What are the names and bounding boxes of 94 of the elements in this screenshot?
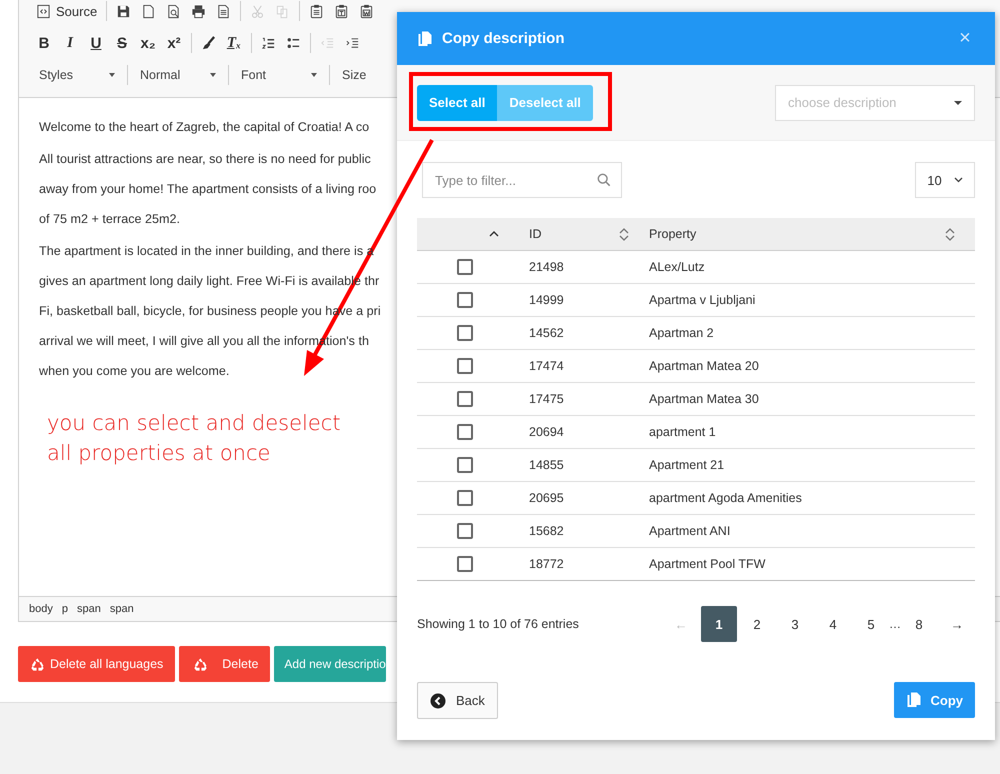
search-icon <box>597 173 611 187</box>
print-icon <box>191 4 206 18</box>
bullet-list-icon <box>286 36 301 50</box>
table-cell: Apartman 2 <box>649 326 714 340</box>
dialog-title: Copy description <box>442 30 566 47</box>
recycle-icon <box>193 656 208 672</box>
paragraph-line: when you come you are welcome. <box>39 363 230 380</box>
table-cell: 17474 <box>529 359 564 373</box>
recycle-icon <box>30 656 45 672</box>
delete-button[interactable]: Delete <box>179 646 270 682</box>
style-dropdown[interactable]: Size <box>334 64 374 86</box>
element-path-item[interactable]: p <box>62 603 68 615</box>
paragraph-line: away from your home! The apartment consists of a living roo <box>39 181 376 198</box>
table-cell: Apartma v Ljubljani <box>649 293 756 307</box>
copy-icon <box>417 30 433 46</box>
style-dropdown[interactable]: Normal <box>132 64 224 86</box>
page-button[interactable]: 1 <box>701 606 737 642</box>
filter-field[interactable]: Type to filter... <box>422 162 622 198</box>
checkbox[interactable] <box>457 325 473 341</box>
column-header[interactable]: Property <box>649 227 696 241</box>
element-path-item[interactable]: span <box>76 603 101 615</box>
cut-icon <box>250 4 266 18</box>
checkbox[interactable] <box>457 358 473 374</box>
source-button[interactable]: Source <box>31 0 102 22</box>
subscript-button[interactable]: x₂ <box>135 32 161 54</box>
table-cell: 15682 <box>529 524 564 538</box>
checkbox[interactable] <box>457 556 473 572</box>
delete-button[interactable]: Delete all languages <box>18 646 176 682</box>
table-cell: Apartment 21 <box>649 458 724 472</box>
style-dropdown[interactable]: Font <box>233 64 325 86</box>
outdent-icon <box>320 36 335 50</box>
style-dropdown[interactable]: Styles <box>31 64 123 86</box>
remove-format-button[interactable]: Tₓ <box>221 32 247 54</box>
element-path-item[interactable]: span <box>110 603 134 615</box>
paste-icon <box>309 4 324 18</box>
entries-info: Showing 1 to 10 of 76 entries <box>417 617 579 631</box>
table-cell: Apartman Matea 30 <box>649 392 759 406</box>
italic-button[interactable]: I <box>57 32 83 54</box>
column-header[interactable]: ID <box>529 227 542 241</box>
source-icon <box>36 4 51 18</box>
page-button[interactable]: 2 <box>739 606 775 642</box>
indent-icon <box>345 36 360 50</box>
table-cell: ALex/Lutz <box>649 260 705 274</box>
table-cell: 14562 <box>529 326 564 340</box>
paragraph-line: of 75 m2 + terrace 25m2. <box>39 211 180 228</box>
back-button[interactable]: Back <box>417 682 498 719</box>
page-button[interactable]: 4 <box>815 606 851 642</box>
sort-ascending-icon[interactable] <box>489 231 499 237</box>
chevron-icon <box>954 177 963 183</box>
brush-icon <box>201 36 216 50</box>
table-cell: 14999 <box>529 293 564 307</box>
checkbox[interactable] <box>457 424 473 440</box>
page-size-dropdown[interactable]: 10 <box>915 162 975 198</box>
table-cell: apartment 1 <box>649 425 716 439</box>
copy-icon <box>906 692 922 708</box>
next-page-button[interactable]: → <box>939 606 975 642</box>
bold-button[interactable]: B <box>31 32 57 54</box>
checkbox[interactable] <box>457 292 473 308</box>
preview-icon <box>166 4 182 18</box>
pagination-ellipsis: … <box>889 617 899 631</box>
back-icon <box>430 692 446 708</box>
table-cell: 17475 <box>529 392 564 406</box>
paste-text-icon <box>334 4 350 18</box>
table-cell: 20694 <box>529 425 564 439</box>
table-cell: 21498 <box>529 260 564 274</box>
underline-button[interactable]: U <box>83 32 109 54</box>
checkbox[interactable] <box>457 490 473 506</box>
table-cell: Apartman Matea 20 <box>649 359 759 373</box>
page-button[interactable]: 8 <box>901 606 937 642</box>
save-icon <box>116 4 132 18</box>
numbered-list-icon <box>261 36 276 50</box>
annotation-text: you can select and deselect all properties at once <box>47 410 342 467</box>
table-cell: Apartment ANI <box>649 524 730 538</box>
page-button[interactable]: 3 <box>777 606 813 642</box>
table-cell: Apartment Pool TFW <box>649 557 766 571</box>
page-button[interactable]: 5 <box>853 606 889 642</box>
paragraph-line: Welcome to the heart of Zagreb, the capital of Croatia! A co <box>39 119 370 136</box>
sort-icon[interactable] <box>945 228 955 240</box>
document-icon <box>216 4 232 18</box>
new-page-icon <box>141 4 156 18</box>
table-cell: 20695 <box>529 491 564 505</box>
checkbox[interactable] <box>457 523 473 539</box>
paragraph-line: All tourist attractions are near, so there is no need for public <box>39 151 371 168</box>
table-cell: 14855 <box>529 458 564 472</box>
checkbox[interactable] <box>457 259 473 275</box>
superscript-button[interactable]: x² <box>161 32 187 54</box>
strikethrough-button[interactable]: S <box>109 32 135 54</box>
checkbox[interactable] <box>457 457 473 473</box>
table-cell: 18772 <box>529 557 564 571</box>
element-path-item[interactable]: body <box>29 603 53 615</box>
paste-word-icon <box>359 4 374 18</box>
checkbox[interactable] <box>457 391 473 407</box>
sort-icon[interactable] <box>619 228 629 240</box>
table-cell: apartment Agoda Amenities <box>649 491 802 505</box>
